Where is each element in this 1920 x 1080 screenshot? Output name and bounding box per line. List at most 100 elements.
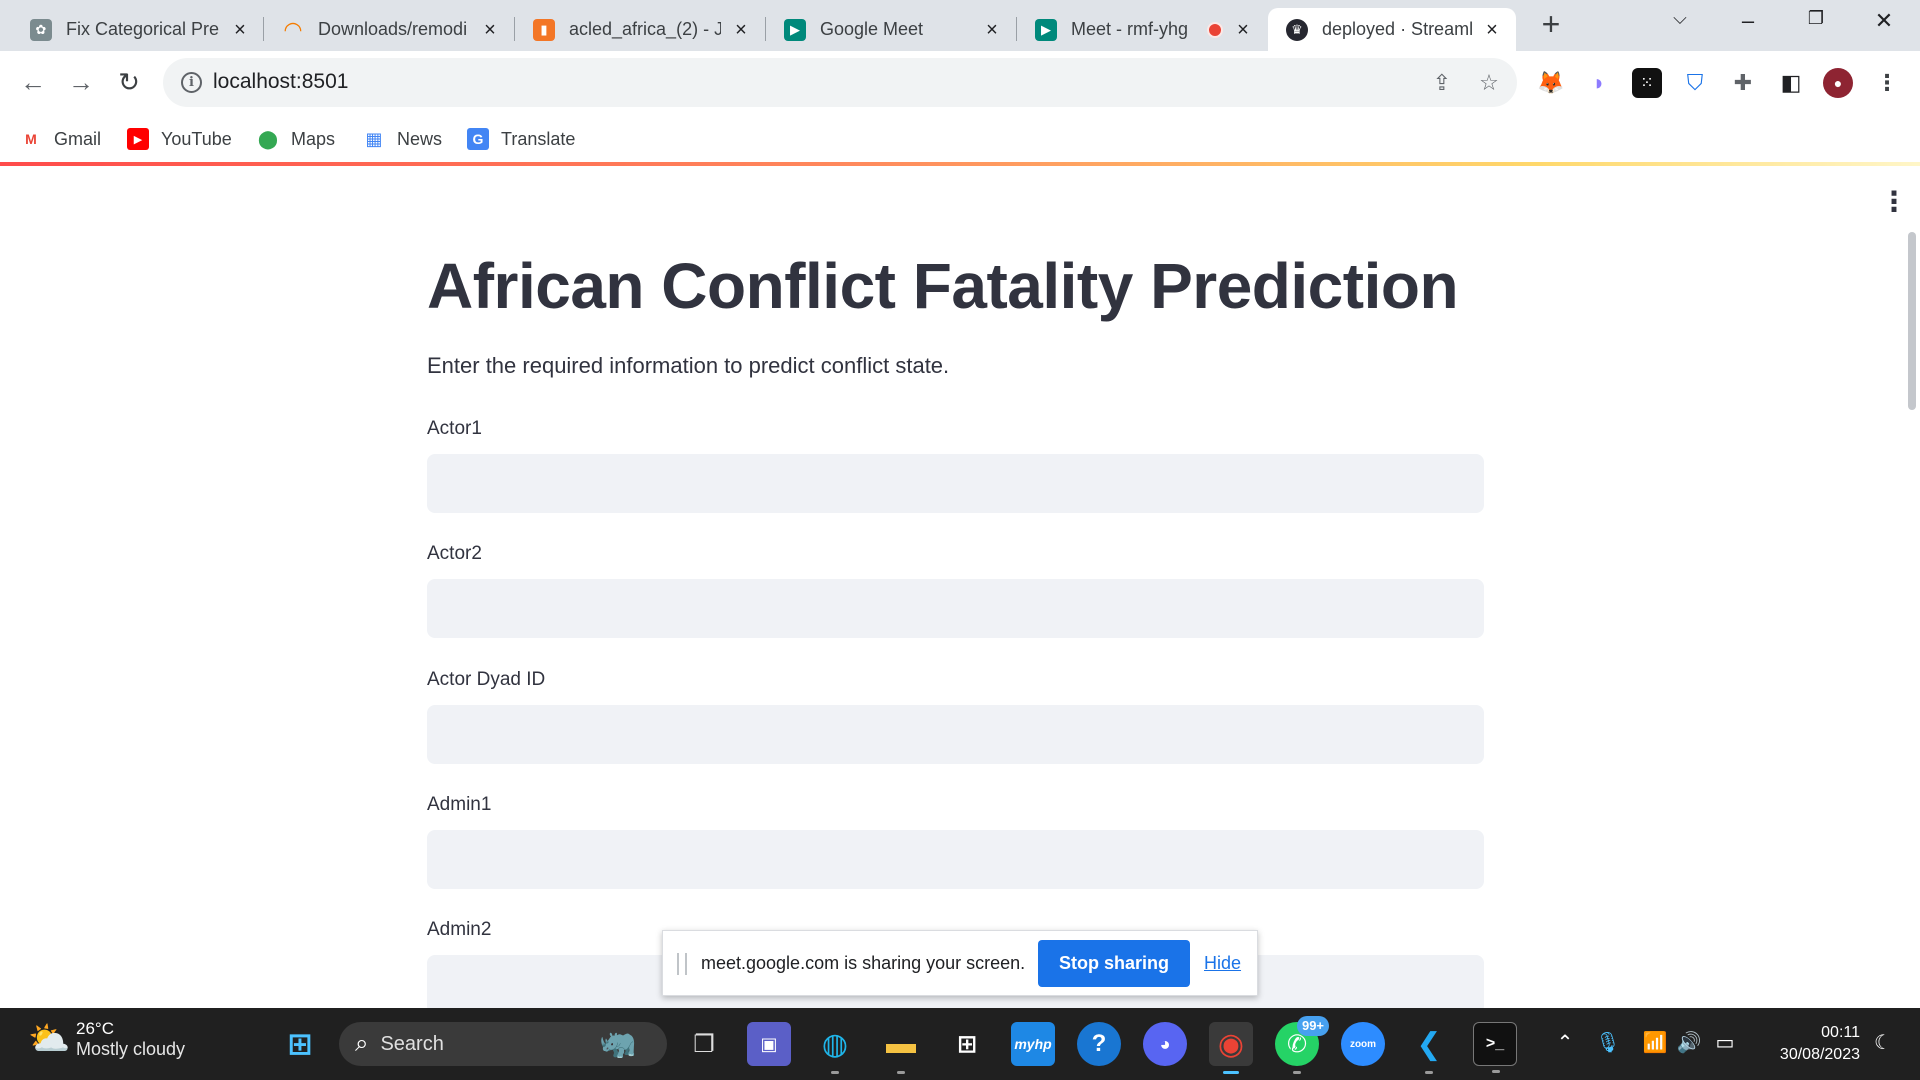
teams-chat-icon[interactable]: ▣ xyxy=(747,1022,791,1066)
bookmark-label: News xyxy=(397,128,443,149)
discord-icon[interactable]: ◕ xyxy=(1143,1022,1187,1066)
meet-icon: ▶ xyxy=(784,18,806,41)
back-arrow-icon[interactable]: ← xyxy=(16,65,50,99)
tray-overflow-chevron-icon[interactable]: ⌃ xyxy=(1550,1028,1580,1058)
tab-search-chevron-icon[interactable]: ⌵ xyxy=(1662,8,1698,36)
wifi-icon[interactable]: 📶 xyxy=(1640,1028,1670,1058)
taskbar-search[interactable]: ⌕ Search 🦏 xyxy=(339,1022,667,1066)
admin1-input[interactable] xyxy=(427,830,1484,889)
edge-icon[interactable]: ◍ xyxy=(813,1022,857,1074)
windows-start-icon[interactable]: ⊞ xyxy=(278,1022,322,1066)
close-tab-icon[interactable]: × xyxy=(982,20,1002,40)
admin2-label: Admin2 xyxy=(427,919,492,940)
gmail-icon: M xyxy=(25,131,37,147)
shield-icon[interactable]: ⛉ xyxy=(1680,68,1710,98)
system-clock[interactable]: 00:11 30/08/2023 xyxy=(1756,1022,1860,1066)
streamlit-app: ⋮ African Conflict Fatality Prediction E… xyxy=(0,166,1920,1008)
stop-sharing-button[interactable]: Stop sharing xyxy=(1038,940,1190,987)
tab-fix-categorical[interactable]: ✿ Fix Categorical Prep × xyxy=(12,8,264,51)
task-view-icon[interactable]: ❐ xyxy=(682,1022,726,1066)
actor1-input[interactable] xyxy=(427,454,1484,513)
bookmark-maps[interactable]: ⬤ Maps xyxy=(257,125,335,153)
news-icon: ▦ xyxy=(365,128,383,149)
vscode-icon[interactable]: ❮ xyxy=(1407,1022,1451,1074)
forward-arrow-icon[interactable]: → xyxy=(64,65,98,99)
drag-handle-icon[interactable] xyxy=(677,953,687,975)
get-help-icon[interactable]: ? xyxy=(1077,1022,1121,1066)
windows-taskbar: ⛅ 26°C Mostly cloudy ⊞ ⌕ Search 🦏 ❐ ▣ ◍ … xyxy=(0,1008,1920,1080)
close-tab-icon[interactable]: × xyxy=(1482,20,1502,40)
browser-tab-strip: ✿ Fix Categorical Prep × ◠ Downloads/rem… xyxy=(0,0,1920,51)
tab-title: Fix Categorical Prep xyxy=(66,19,220,39)
whatsapp-icon[interactable]: ✆ 99+ xyxy=(1275,1016,1329,1074)
close-tab-icon[interactable]: × xyxy=(480,20,500,40)
phantom-icon[interactable]: ◗ xyxy=(1584,68,1614,98)
notification-badge: 99+ xyxy=(1297,1016,1329,1036)
tab-jupyter[interactable]: ▮ acled_africa_(2) - Ju × xyxy=(515,8,765,51)
notification-moon-icon[interactable]: ☾ xyxy=(1868,1028,1898,1058)
close-window-icon[interactable]: ✕ xyxy=(1866,8,1902,36)
tab-title: Meet - rmf-yhg xyxy=(1071,19,1189,39)
terminal-icon[interactable]: >_ xyxy=(1473,1022,1517,1073)
extension-dice-icon[interactable]: ⁙ xyxy=(1632,68,1662,98)
scrollbar-thumb[interactable] xyxy=(1908,232,1916,410)
search-label: Search xyxy=(380,1032,444,1055)
share-icon[interactable]: ⇪ xyxy=(1429,70,1455,96)
running-indicator xyxy=(831,1071,839,1074)
weather-temperature: 26°C xyxy=(76,1018,114,1038)
bookmark-gmail[interactable]: M Gmail xyxy=(20,125,101,153)
tab-meet-call[interactable]: ▶ Meet - rmf-yhg × xyxy=(1017,8,1267,51)
bookmark-label: Gmail xyxy=(54,128,102,149)
close-tab-icon[interactable]: × xyxy=(230,20,250,40)
volume-icon[interactable]: 🔊 xyxy=(1674,1028,1704,1058)
chrome-icon[interactable]: ◉ xyxy=(1209,1022,1253,1074)
recording-icon xyxy=(1207,21,1223,38)
search-icon: ⌕ xyxy=(355,1030,369,1057)
bookmark-star-icon[interactable]: ☆ xyxy=(1476,70,1502,96)
clock-time: 00:11 xyxy=(1821,1024,1860,1041)
weather-condition: Mostly cloudy xyxy=(76,1038,186,1059)
running-indicator xyxy=(897,1071,905,1074)
main-menu-icon[interactable]: ⋮ xyxy=(1880,188,1908,218)
tab-google-meet[interactable]: ▶ Google Meet × xyxy=(766,8,1016,51)
tab-title: Google Meet xyxy=(820,19,924,39)
maps-icon: ⬤ xyxy=(257,128,279,149)
file-explorer-icon[interactable]: ▬ xyxy=(879,1022,923,1074)
site-info-icon[interactable]: i xyxy=(181,72,202,93)
microphone-icon[interactable]: 🎙 xyxy=(1593,1028,1623,1058)
reload-icon[interactable]: ↻ xyxy=(112,65,146,99)
address-url[interactable]: localhost:8501 xyxy=(213,70,348,94)
tab-streamlit-active[interactable]: ♛ deployed · Streamli × xyxy=(1268,8,1516,51)
profile-avatar[interactable]: ● xyxy=(1823,68,1853,98)
hide-banner-link[interactable]: Hide xyxy=(1204,953,1241,974)
close-tab-icon[interactable]: × xyxy=(1233,20,1253,40)
actor-dyad-id-input[interactable] xyxy=(427,705,1484,764)
bookmark-news[interactable]: ▦ News xyxy=(363,125,442,153)
search-highlight-image: 🦏 xyxy=(599,1027,637,1060)
extensions-puzzle-icon[interactable]: ✚ xyxy=(1728,68,1758,98)
tab-title: acled_africa_(2) - Ju xyxy=(569,19,721,39)
address-bar[interactable]: i localhost:8501 ⇪ ☆ xyxy=(163,58,1517,107)
restore-icon[interactable]: ❐ xyxy=(1798,8,1834,36)
bookmark-translate[interactable]: G Translate xyxy=(467,125,575,153)
zoom-icon[interactable]: zoom xyxy=(1341,1022,1385,1066)
new-tab-button[interactable]: + xyxy=(1536,8,1566,40)
close-tab-icon[interactable]: × xyxy=(731,20,751,40)
battery-icon[interactable]: ▭ xyxy=(1710,1028,1740,1058)
weather-widget[interactable]: ⛅ 26°C Mostly cloudy xyxy=(28,1018,185,1060)
tab-title: Downloads/remodi xyxy=(318,19,468,39)
jupyter-icon: ▮ xyxy=(533,18,555,41)
page-subtitle: Enter the required information to predic… xyxy=(427,353,950,378)
side-panel-icon[interactable]: ◧ xyxy=(1776,68,1806,98)
metamask-icon[interactable]: 🦊 xyxy=(1536,68,1566,98)
myhp-icon[interactable]: myhp xyxy=(1011,1022,1055,1066)
tab-downloads[interactable]: ◠ Downloads/remodi × xyxy=(264,8,514,51)
bookmarks-bar: M Gmail ▶ YouTube ⬤ Maps ▦ News G Transl… xyxy=(0,115,1920,163)
actor2-input[interactable] xyxy=(427,579,1484,638)
admin1-label: Admin1 xyxy=(427,794,492,815)
microsoft-store-icon[interactable]: ⊞ xyxy=(945,1022,989,1066)
bookmark-youtube[interactable]: ▶ YouTube xyxy=(127,125,232,153)
minimize-icon[interactable]: – xyxy=(1730,8,1766,36)
chrome-menu-icon[interactable]: ⋮ xyxy=(1872,68,1902,98)
actor-dyad-id-label: Actor Dyad ID xyxy=(427,669,546,690)
